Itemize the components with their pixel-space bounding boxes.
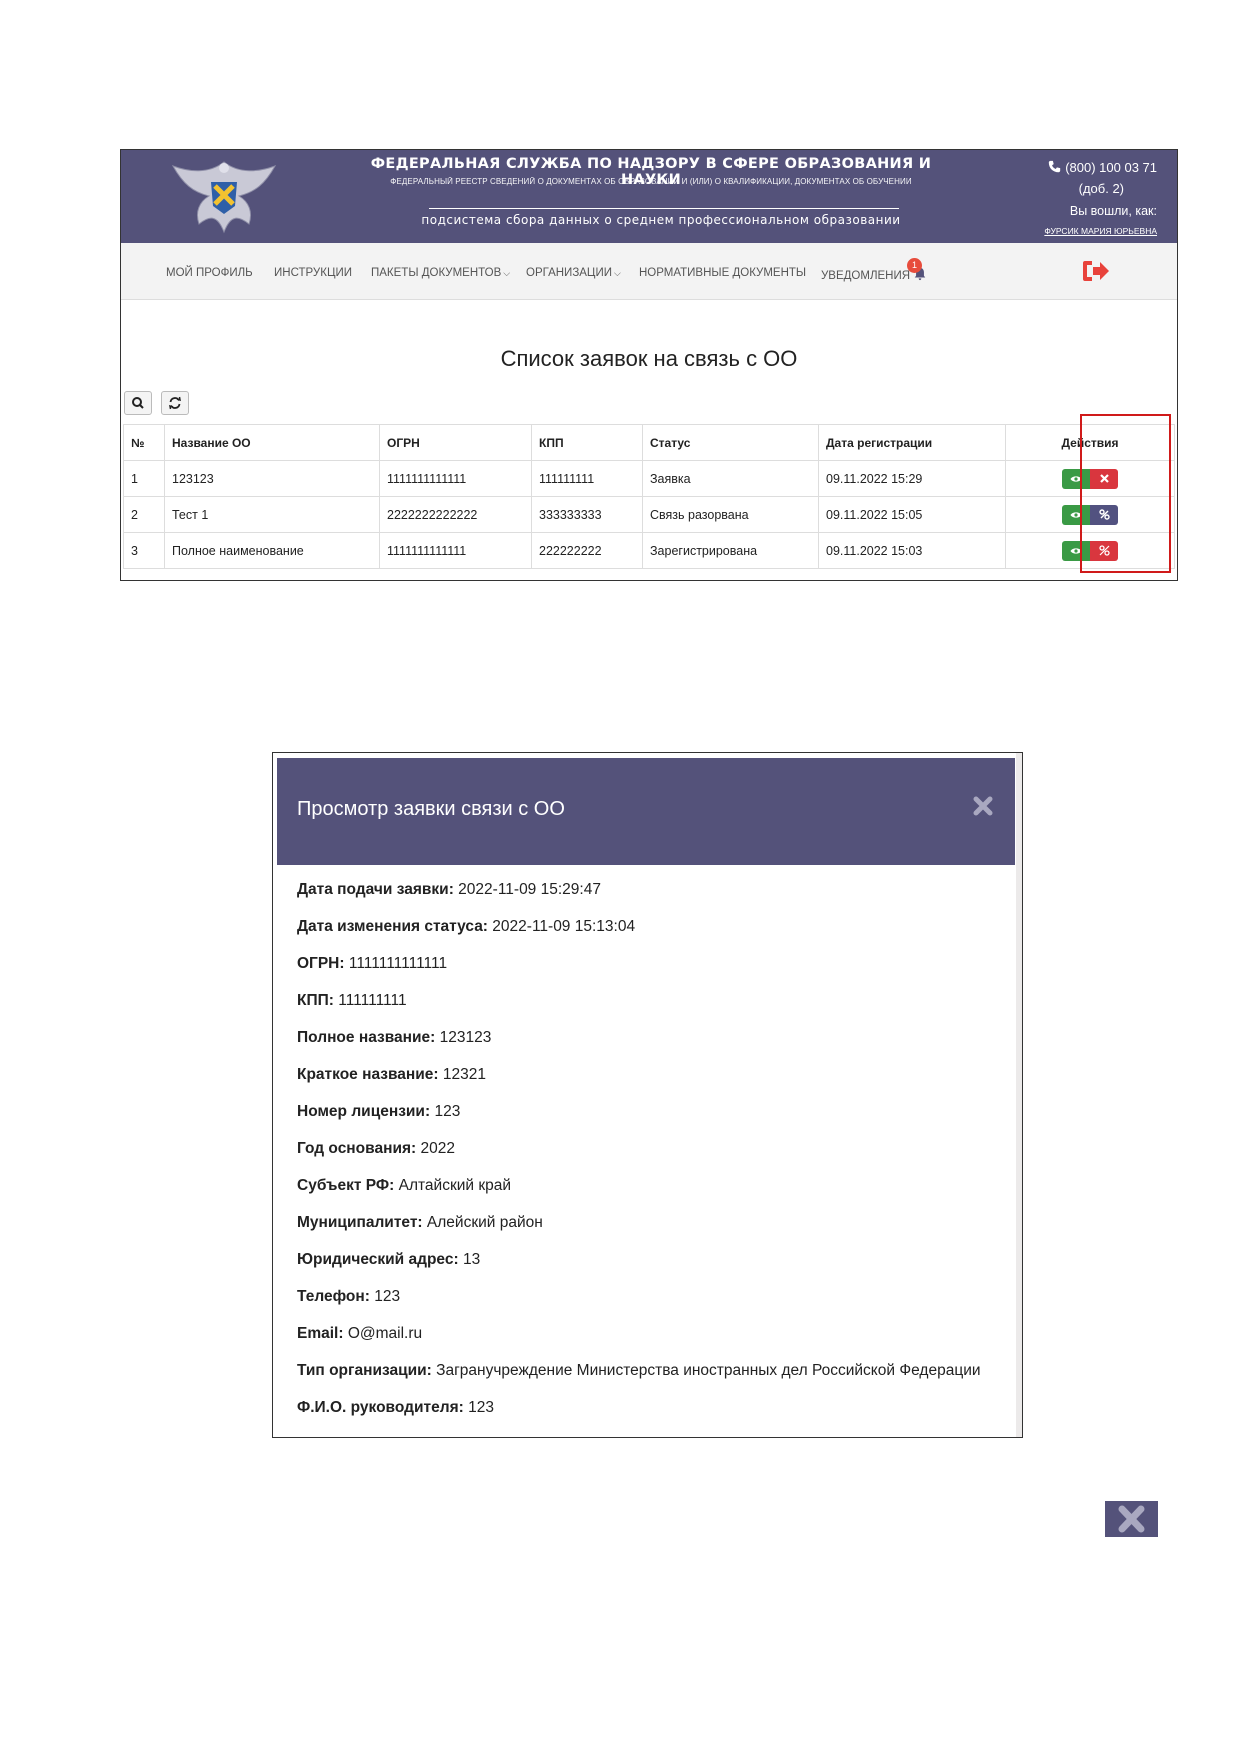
requests-list-screenshot: ФЕДЕРАЛЬНАЯ СЛУЖБА ПО НАДЗОРУ В СФЕРЕ ОБ… [120, 149, 1178, 581]
row-status: Связь разорвана [642, 496, 819, 533]
row-number: 2 [123, 496, 165, 533]
table-row: 3 Полное наименование 1111111111111 2222… [123, 532, 1175, 569]
close-button-sample [1105, 1501, 1158, 1537]
column-header-date[interactable]: Дата регистрации [818, 424, 1006, 461]
row-date: 09.11.2022 15:29 [818, 460, 1006, 497]
field-ogrn: ОГРН: 1111111111111 [297, 955, 448, 972]
logout-icon[interactable] [1081, 258, 1111, 284]
field-municipality: Муниципалитет: Алейский район [297, 1214, 543, 1231]
field-legal-address: Юридический адрес: 13 [297, 1251, 481, 1268]
subsystem-title: подсистема сбора данных о среднем профес… [421, 213, 901, 227]
nav-item-profile[interactable]: МОЙ ПРОФИЛЬ [166, 267, 253, 279]
request-view-modal-screenshot: Просмотр заявки связи с ОО Дата подачи з… [272, 752, 1023, 1438]
row-status: Зарегистрирована [642, 532, 819, 569]
modal-title: Просмотр заявки связи с ОО [297, 798, 565, 820]
row-name: 123123 [164, 460, 380, 497]
column-header-ogrn[interactable]: ОГРН [379, 424, 532, 461]
table-header-row: № Название ОО ОГРН КПП Статус Дата регис… [123, 424, 1175, 461]
user-name-link[interactable]: ФУРСИК МАРИЯ ЮРЬЕВНА [1044, 226, 1157, 236]
row-number: 1 [123, 460, 165, 497]
logged-in-label: Вы вошли, как: [1069, 204, 1157, 218]
phone-number: (800) 100 03 71 [1065, 160, 1157, 175]
nav-item-document-packages[interactable]: ПАКЕТЫ ДОКУМЕНТОВ ⌵ [371, 267, 510, 279]
row-status: Заявка [642, 460, 819, 497]
column-header-number[interactable]: № [123, 424, 165, 461]
row-kpp: 111111111 [531, 460, 643, 497]
field-license-number: Номер лицензии: 123 [297, 1103, 461, 1120]
notification-count-badge: 1 [907, 258, 922, 273]
field-full-name: Полное название: 123123 [297, 1029, 492, 1046]
site-header: ФЕДЕРАЛЬНАЯ СЛУЖБА ПО НАДЗОРУ В СФЕРЕ ОБ… [121, 150, 1177, 243]
close-icon [1118, 1505, 1145, 1533]
header-divider [429, 208, 899, 209]
org-subtitle: ФЕДЕРАЛЬНЫЙ РЕЕСТР СВЕДЕНИЙ О ДОКУМЕНТАХ… [390, 177, 912, 186]
field-status-change-date: Дата изменения статуса: 2022-11-09 15:13… [297, 918, 636, 935]
column-header-status[interactable]: Статус [642, 424, 819, 461]
chevron-down-icon: ⌵ [613, 268, 621, 278]
column-header-kpp[interactable]: КПП [531, 424, 643, 461]
nav-item-organizations[interactable]: ОРГАНИЗАЦИИ ⌵ [526, 267, 621, 279]
refresh-icon [169, 396, 181, 410]
row-date: 09.11.2022 15:03 [818, 532, 1006, 569]
modal-header: Просмотр заявки связи с ОО [277, 758, 1015, 865]
field-kpp: КПП: 111111111 [297, 992, 407, 1009]
chevron-down-icon: ⌵ [503, 268, 511, 278]
field-submission-date: Дата подачи заявки: 2022-11-09 15:29:47 [297, 881, 601, 898]
page-title: Список заявок на связь с ОО [500, 346, 798, 371]
field-email: Email: O@mail.ru [297, 1325, 423, 1342]
nav-item-instructions[interactable]: ИНСТРУКЦИИ [274, 267, 352, 279]
column-header-name[interactable]: Название ОО [164, 424, 380, 461]
rosobrnadzor-emblem-icon [171, 161, 277, 234]
refresh-button[interactable] [161, 391, 189, 415]
row-ogrn: 1111111111111 [379, 532, 532, 569]
search-icon [132, 397, 144, 409]
row-number: 3 [123, 532, 165, 569]
row-date: 09.11.2022 15:05 [818, 496, 1006, 533]
field-short-name: Краткое название: 12321 [297, 1066, 487, 1083]
field-region: Субъект РФ: Алтайский край [297, 1177, 512, 1194]
table-row: 2 Тест 1 2222222222222 333333333 Связь р… [123, 496, 1175, 533]
phone-extension: (доб. 2) [1078, 181, 1124, 196]
close-icon[interactable] [973, 796, 993, 816]
row-name: Полное наименование [164, 532, 380, 569]
field-phone: Телефон: 123 [297, 1288, 401, 1305]
field-organization-type: Тип организации: Загранучреждение Минист… [297, 1362, 981, 1379]
row-ogrn: 2222222222222 [379, 496, 532, 533]
row-name: Тест 1 [164, 496, 380, 533]
actions-column-highlight [1080, 414, 1171, 573]
row-kpp: 222222222 [531, 532, 643, 569]
field-director-name: Ф.И.О. руководителя: 123 [297, 1399, 494, 1416]
requests-table: № Название ОО ОГРН КПП Статус Дата регис… [123, 424, 1175, 569]
phone-contact: (800) 100 03 71 [1048, 160, 1157, 175]
table-row: 1 123123 1111111111111 111111111 Заявка … [123, 460, 1175, 497]
nav-item-normative-documents[interactable]: НОРМАТИВНЫЕ ДОКУМЕНТЫ [639, 267, 806, 279]
field-founding-year: Год основания: 2022 [297, 1140, 455, 1157]
modal-backdrop-edge [1016, 753, 1022, 1437]
phone-icon [1049, 160, 1061, 173]
row-kpp: 333333333 [531, 496, 643, 533]
modal-body: Дата подачи заявки: 2022-11-09 15:29:47 … [297, 881, 997, 1436]
row-ogrn: 1111111111111 [379, 460, 532, 497]
search-button[interactable] [124, 391, 152, 415]
main-navigation: МОЙ ПРОФИЛЬ ИНСТРУКЦИИ ПАКЕТЫ ДОКУМЕНТОВ… [121, 243, 1177, 300]
